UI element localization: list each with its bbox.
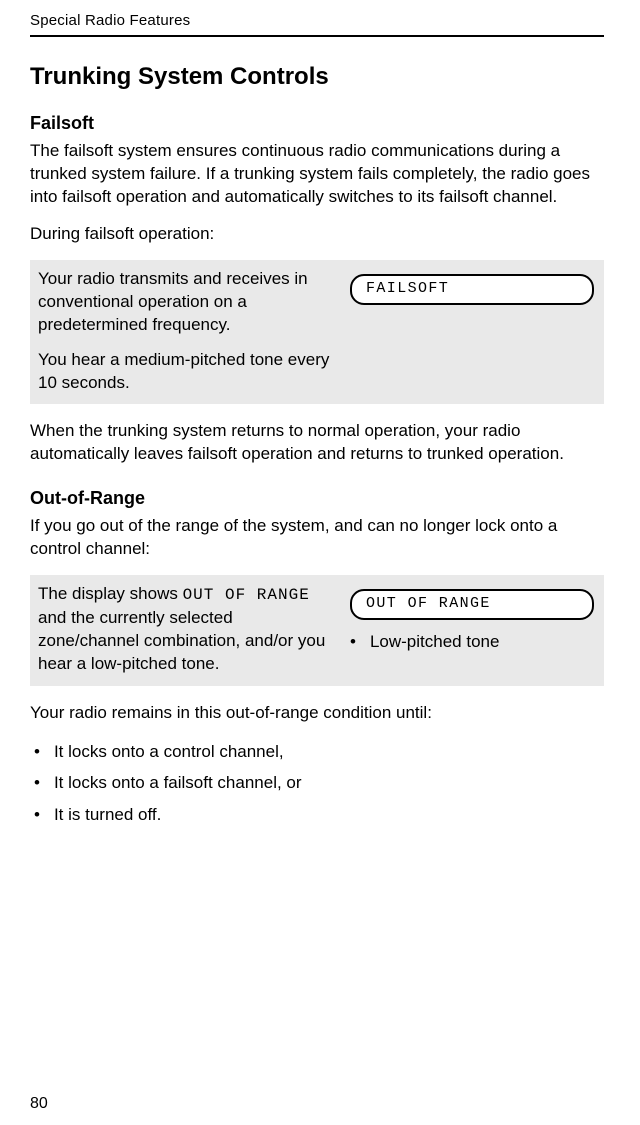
list-item: •It locks onto a failsoft channel, or	[34, 770, 604, 796]
bullet-text: It locks onto a failsoft channel, or	[54, 770, 302, 796]
failsoft-lead: During failsoft operation:	[30, 223, 604, 246]
bullet-text: It is turned off.	[54, 802, 161, 828]
out-of-range-bullets: •It locks onto a control channel, •It lo…	[30, 739, 604, 828]
tone-note: • Low-pitched tone	[350, 632, 594, 652]
tone-note-bullet: •	[350, 632, 356, 652]
failsoft-box-line2: You hear a medium-pitched tone every 10 …	[38, 349, 336, 395]
tone-note-label: Low-pitched tone	[370, 632, 499, 652]
out-of-range-display-area: OUT OF RANGE • Low-pitched tone	[350, 583, 594, 675]
failsoft-outro: When the trunking system returns to norm…	[30, 420, 604, 466]
failsoft-lcd: FAILSOFT	[350, 274, 594, 305]
out-of-range-heading: Out-of-Range	[30, 488, 604, 509]
bullet-text: It locks onto a control channel,	[54, 739, 284, 765]
failsoft-box-line1: Your radio transmits and receives in con…	[38, 268, 336, 337]
list-item: •It locks onto a control channel,	[34, 739, 604, 765]
oor-text-mono: OUT OF RANGE	[183, 586, 310, 604]
failsoft-callout-text: Your radio transmits and receives in con…	[38, 268, 336, 395]
out-of-range-tail-lead: Your radio remains in this out-of-range …	[30, 702, 604, 725]
out-of-range-lcd: OUT OF RANGE	[350, 589, 594, 620]
header-rule	[30, 35, 604, 37]
failsoft-intro: The failsoft system ensures continuous r…	[30, 140, 604, 209]
running-head: Special Radio Features	[30, 12, 604, 29]
out-of-range-intro: If you go out of the range of the system…	[30, 515, 604, 561]
oor-text-prefix: The display shows	[38, 584, 183, 603]
failsoft-heading: Failsoft	[30, 113, 604, 134]
page-number: 80	[30, 1095, 48, 1113]
failsoft-display-area: FAILSOFT	[350, 268, 594, 395]
list-item: •It is turned off.	[34, 802, 604, 828]
out-of-range-callout: The display shows OUT OF RANGE and the c…	[30, 575, 604, 685]
oor-text-suffix: and the currently selected zone/channel …	[38, 608, 325, 673]
section-title: Trunking System Controls	[30, 63, 604, 91]
failsoft-callout: Your radio transmits and receives in con…	[30, 260, 604, 405]
out-of-range-callout-text: The display shows OUT OF RANGE and the c…	[38, 583, 336, 675]
